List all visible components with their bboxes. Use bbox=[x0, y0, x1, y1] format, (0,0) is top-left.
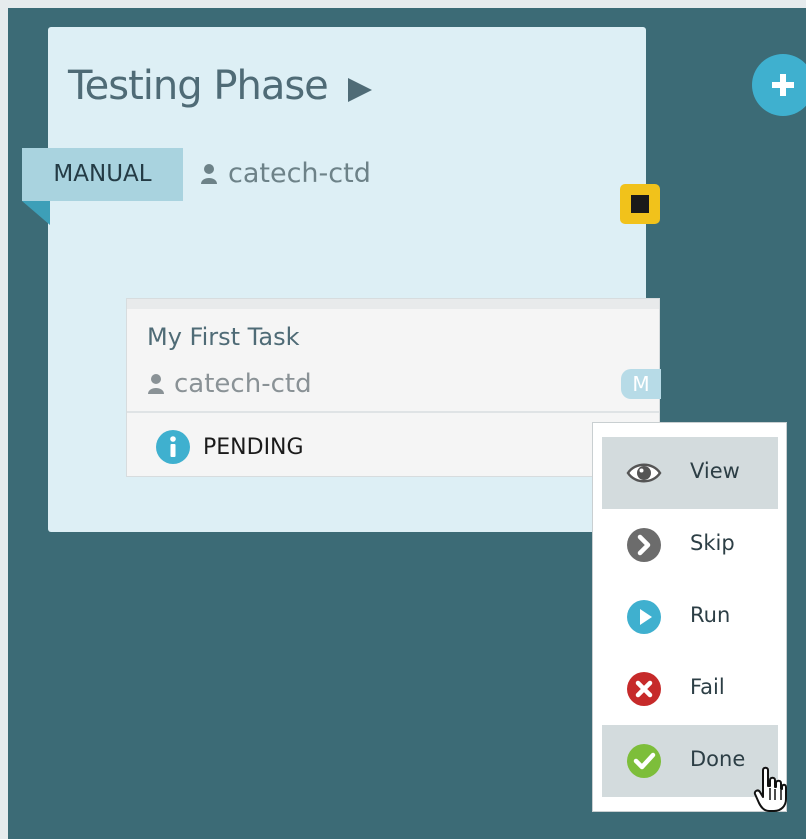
task-owner: catech-ctd bbox=[147, 369, 312, 399]
play-arrow-icon[interactable] bbox=[348, 78, 372, 102]
task-card-header-bar bbox=[127, 299, 659, 309]
stop-icon bbox=[631, 195, 649, 213]
eye-icon bbox=[626, 463, 662, 483]
plus-icon bbox=[772, 74, 794, 96]
user-icon bbox=[148, 374, 164, 394]
menu-item-label: Run bbox=[690, 603, 731, 627]
fail-icon bbox=[627, 672, 661, 706]
menu-item-view[interactable]: View bbox=[602, 437, 778, 509]
menu-item-label: View bbox=[690, 459, 740, 483]
menu-item-label: Skip bbox=[690, 531, 735, 555]
task-title: My First Task bbox=[147, 323, 300, 351]
menu-item-run[interactable]: Run bbox=[602, 581, 778, 653]
top-strip bbox=[0, 0, 806, 8]
phase-card: Testing Phase My First Task catech-ctd M… bbox=[48, 27, 661, 532]
task-status-label: PENDING bbox=[203, 434, 304, 460]
task-status: PENDING bbox=[155, 429, 304, 465]
manual-tag: MANUAL bbox=[22, 148, 183, 201]
phase-owner-name: catech-ctd bbox=[228, 158, 371, 189]
hand-cursor-icon bbox=[753, 766, 787, 812]
menu-item-fail[interactable]: Fail bbox=[602, 653, 778, 725]
task-card[interactable]: My First Task catech-ctd M PENDING bbox=[126, 298, 661, 477]
menu-item-label: Done bbox=[690, 747, 746, 771]
task-owner-name: catech-ctd bbox=[174, 369, 312, 399]
manual-tag-fold bbox=[22, 201, 50, 225]
task-divider bbox=[127, 411, 659, 413]
left-strip bbox=[0, 0, 8, 839]
phase-title: Testing Phase bbox=[68, 63, 329, 109]
menu-item-label: Fail bbox=[690, 675, 725, 699]
menu-item-skip[interactable]: Skip bbox=[602, 509, 778, 581]
done-icon bbox=[627, 744, 661, 778]
run-icon bbox=[627, 600, 661, 634]
phase-owner: catech-ctd bbox=[200, 158, 371, 189]
user-icon bbox=[201, 163, 217, 184]
skip-icon bbox=[627, 528, 661, 562]
info-icon bbox=[156, 430, 190, 464]
stop-button[interactable] bbox=[620, 184, 660, 224]
task-type-badge: M bbox=[621, 369, 661, 399]
add-phase-button[interactable] bbox=[752, 54, 806, 116]
task-action-menu: View Skip Run Fail Done bbox=[592, 422, 787, 812]
